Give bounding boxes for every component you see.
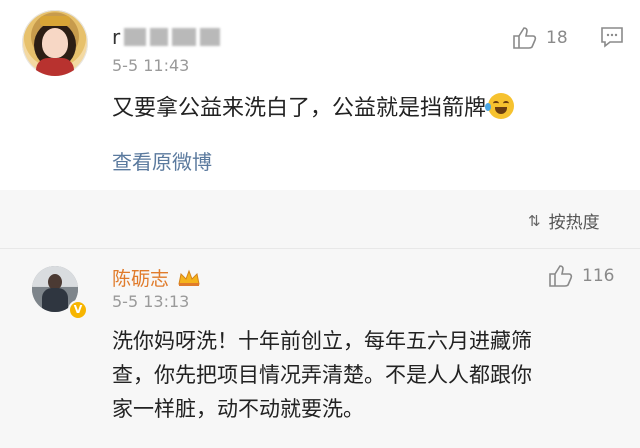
reply-username-text: 陈砺志 — [112, 268, 170, 290]
laugh-cry-emoji-icon — [485, 93, 515, 119]
username-blur — [124, 28, 147, 46]
sort-label: 按热度 — [548, 213, 600, 233]
view-original-post-link[interactable]: 查看原微博 — [112, 146, 212, 175]
reply-like-count: 116 — [582, 266, 615, 286]
comment-screen: r 5-5 11:43 18 又要拿公益来洗白了，公益就是挡箭牌 查看原微博 ⇅ — [0, 0, 640, 448]
username-blur — [172, 28, 197, 46]
reply-username[interactable]: 陈砺志 — [112, 264, 201, 291]
thumbs-up-icon — [513, 27, 537, 49]
thumbs-up-icon — [549, 265, 573, 287]
username[interactable]: r — [112, 24, 224, 50]
avatar-body — [36, 58, 74, 76]
verified-badge-icon: V — [68, 300, 88, 320]
username-visible-text: r — [112, 25, 121, 49]
sort-icon: ⇅ — [528, 211, 541, 230]
reply-text-line: 洗你妈呀洗！十年前创立，每年五六月进藏筛 — [112, 329, 532, 353]
comment-time: 5-5 11:43 — [112, 56, 190, 75]
like-count: 18 — [546, 28, 568, 48]
reply-time: 5-5 13:13 — [112, 292, 190, 311]
comment-icon — [601, 27, 623, 48]
original-comment: r 5-5 11:43 18 又要拿公益来洗白了，公益就是挡箭牌 查看原微博 — [0, 0, 640, 190]
comment-text: 又要拿公益来洗白了，公益就是挡箭牌 — [112, 90, 515, 122]
user-avatar[interactable] — [22, 10, 88, 76]
reply-text: 洗你妈呀洗！十年前创立，每年五六月进藏筛 查，你先把项目情况弄清楚。不是人人都跟… — [112, 324, 612, 426]
reply-button[interactable] — [600, 26, 624, 52]
username-blur — [200, 28, 221, 46]
comment-text-content: 又要拿公益来洗白了，公益就是挡箭牌 — [112, 96, 487, 121]
reply-text-line: 查，你先把项目情况弄清楚。不是人人都跟你 — [112, 363, 532, 387]
reply-text-line: 家一样脏，动不动就要洗。 — [112, 397, 364, 421]
divider — [0, 248, 640, 249]
crown-badge-icon — [178, 269, 200, 286]
reply-like-button[interactable]: 116 — [548, 264, 614, 288]
avatar-headpiece — [40, 16, 70, 26]
like-button[interactable]: 18 — [512, 26, 568, 50]
avatar-torso — [42, 288, 68, 312]
sort-by-popularity-button[interactable]: ⇅ 按热度 — [528, 208, 600, 234]
username-blur — [150, 28, 169, 46]
avatar-face — [42, 28, 68, 58]
